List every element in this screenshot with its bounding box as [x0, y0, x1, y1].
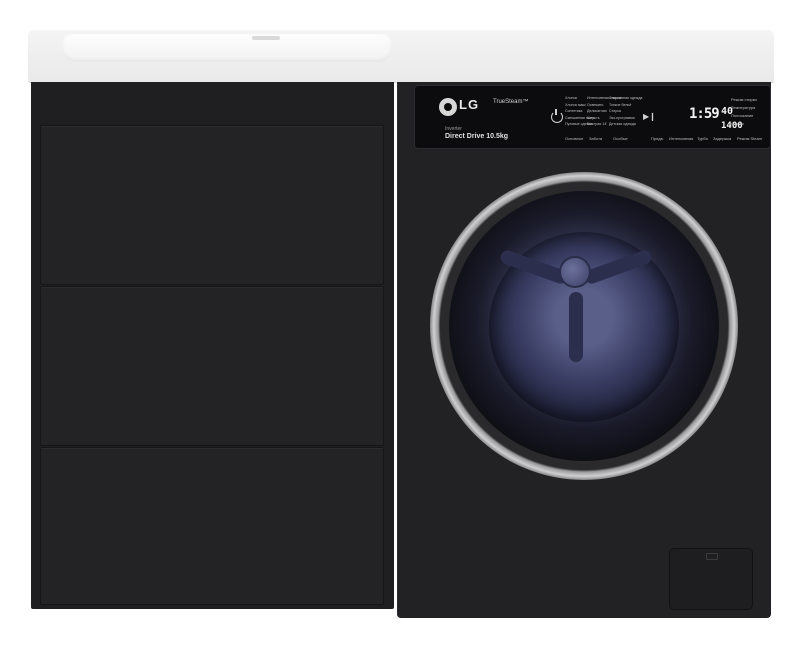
program-option[interactable]: Стирка [609, 108, 642, 115]
option-prewash[interactable]: Предв. [651, 136, 664, 141]
truesteam-tag: TrueSteam™ [493, 99, 529, 105]
filter-door[interactable] [670, 549, 752, 609]
brand-logo-text: LG [459, 97, 480, 112]
drawer-middle[interactable] [41, 287, 383, 445]
program-option[interactable]: Эко-программа [609, 115, 642, 122]
option-button[interactable]: Полоскание [731, 112, 757, 120]
laundry-unit-scene: LG TrueSteam™ Inverter Direct Drive 10.5… [0, 0, 800, 649]
group-label-basic: Основное [565, 136, 584, 141]
option-button[interactable]: Отжим [731, 120, 757, 128]
drain-slot [252, 36, 280, 40]
option-steam[interactable]: Режим Steam [737, 136, 762, 141]
time-readout: 1:59 [689, 106, 720, 122]
program-option[interactable]: Спортивная одежда [609, 95, 642, 102]
option-intensive[interactable]: Интенсивная [669, 136, 693, 141]
option-turbo[interactable]: Турбо [697, 136, 708, 141]
countertop [28, 30, 774, 82]
option-delay[interactable]: Задержка [713, 136, 731, 141]
direct-drive-label: Direct Drive 10.5kg [445, 133, 509, 140]
option-list: Режим стирки Температура Полоскание Отжи… [731, 96, 757, 128]
group-label-special: Особые [613, 136, 628, 141]
lg-logo-icon [439, 98, 457, 116]
control-panel: LG TrueSteam™ Inverter Direct Drive 10.5… [415, 86, 770, 148]
cabinet [31, 82, 394, 609]
drawer-top[interactable] [41, 126, 383, 284]
option-button[interactable]: Режим стирки [731, 96, 757, 104]
washing-machine: LG TrueSteam™ Inverter Direct Drive 10.5… [397, 82, 771, 618]
sink-basin [62, 34, 392, 62]
drum-hub [561, 258, 589, 286]
start-pause-icon[interactable]: ▶❙ [643, 112, 656, 121]
group-label-care: Забота [589, 136, 603, 141]
inverter-label: Inverter [445, 126, 462, 132]
filter-notch-icon [706, 553, 718, 560]
program-list-3: Спортивная одежда Тонкое бельё Стирка Эк… [609, 95, 642, 128]
power-icon[interactable] [551, 109, 563, 123]
drum-lifter [569, 292, 583, 362]
program-option[interactable]: Детская одежда [609, 121, 642, 128]
program-option[interactable]: Тонкое бельё [609, 102, 642, 109]
drawer-bottom[interactable] [41, 448, 383, 604]
option-button[interactable]: Температура [731, 104, 757, 112]
